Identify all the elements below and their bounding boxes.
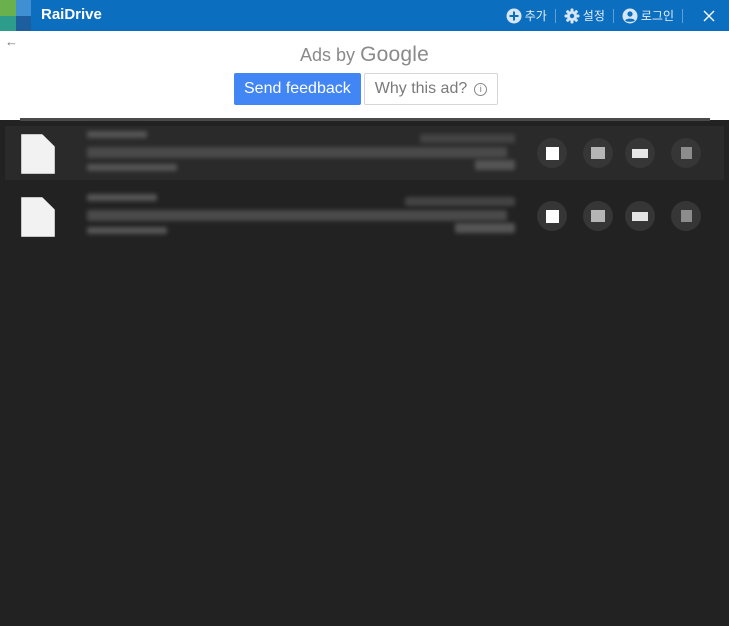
stop-icon [545, 146, 559, 160]
connect-button[interactable] [537, 201, 567, 231]
drive-action-button[interactable] [583, 138, 613, 168]
title-bar: RaiDrive 추가 설정 로그인 [0, 0, 729, 31]
ads-by-prefix: Ads by [300, 45, 356, 65]
drive-text-redacted [405, 197, 515, 206]
close-icon [703, 10, 715, 21]
settings-button[interactable]: 설정 [556, 0, 613, 31]
send-feedback-button[interactable]: Send feedback [234, 73, 361, 105]
drive-text-redacted [87, 147, 507, 158]
drive-action-button[interactable] [671, 201, 701, 231]
drive-text-redacted [455, 223, 515, 233]
raidrive-logo-icon [0, 0, 31, 31]
ad-buttons: Send feedback Why this ad? i [234, 73, 499, 105]
close-button[interactable] [689, 0, 729, 31]
drive-text-redacted [475, 160, 515, 170]
ad-banner: ← Ads by Google Send feedback Why this a… [0, 31, 729, 120]
why-this-ad-button[interactable]: Why this ad? i [363, 73, 499, 105]
drive-text-redacted [87, 164, 177, 171]
drive-file-icon [21, 134, 55, 174]
folder-icon [591, 147, 605, 159]
stop-icon [545, 209, 559, 223]
add-label: 추가 [524, 9, 547, 23]
section-divider [20, 118, 710, 121]
login-button[interactable]: 로그인 [614, 0, 682, 31]
delete-icon [680, 147, 692, 159]
drive-text-redacted [87, 194, 157, 201]
drive-text-redacted [87, 210, 507, 221]
add-button[interactable]: 추가 [498, 0, 555, 31]
drive-action-button[interactable] [625, 138, 655, 168]
edit-icon [632, 148, 648, 158]
drive-text-redacted [87, 227, 167, 234]
app-title: RaiDrive [41, 6, 102, 23]
drive-row[interactable] [5, 189, 724, 243]
delete-icon [680, 210, 692, 222]
drive-row[interactable] [5, 126, 724, 180]
connect-button[interactable] [537, 138, 567, 168]
drive-text-redacted [87, 131, 147, 138]
title-bar-separator [682, 8, 683, 23]
edit-icon [632, 211, 648, 221]
user-circle-icon [622, 8, 638, 23]
settings-label: 설정 [582, 9, 605, 23]
login-label: 로그인 [640, 9, 674, 23]
gear-icon [564, 8, 580, 23]
ads-by-google: Ads by Google [0, 43, 729, 67]
drive-text-redacted [420, 134, 515, 143]
drive-action-button[interactable] [583, 201, 613, 231]
title-bar-actions: 추가 설정 로그인 [498, 0, 729, 31]
drive-file-icon [21, 197, 55, 237]
folder-icon [591, 210, 605, 222]
google-logo-text: Google [360, 43, 429, 66]
info-icon: i [474, 82, 488, 96]
why-this-ad-label: Why this ad? [374, 80, 468, 97]
drive-action-button[interactable] [671, 138, 701, 168]
plus-circle-icon [506, 8, 522, 23]
drive-action-button[interactable] [625, 201, 655, 231]
